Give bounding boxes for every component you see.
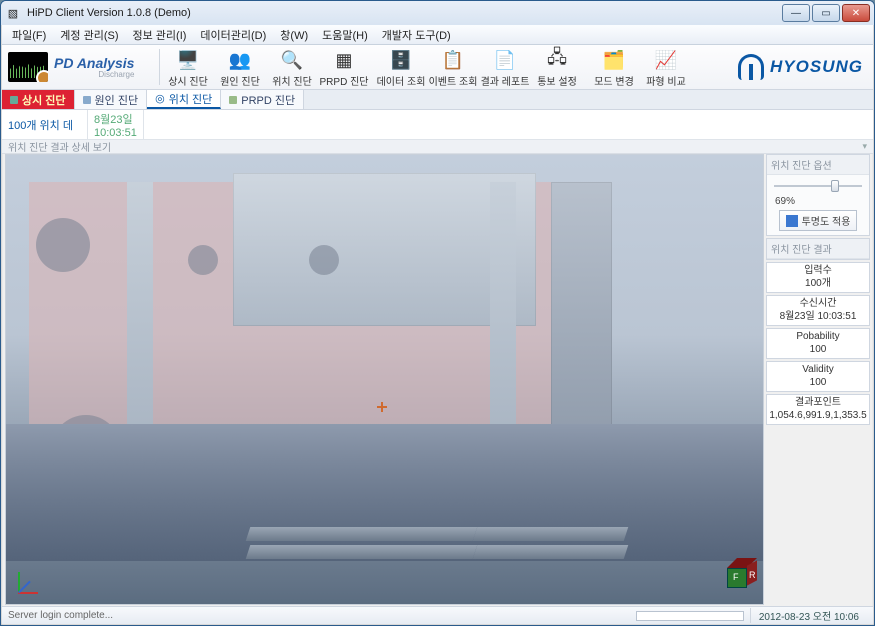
menu-file[interactable]: 파일(F) [6, 26, 52, 44]
menu-help[interactable]: 도움말(H) [316, 26, 374, 44]
3d-viewport[interactable]: F R [5, 154, 764, 605]
titlebar: ▧ HiPD Client Version 1.0.8 (Demo) — ▭ ✕ [1, 1, 874, 25]
transparency-value: 69% [771, 196, 795, 207]
viewcube[interactable]: F R [727, 568, 755, 596]
tool-wave-compare[interactable]: 📈파형 비교 [640, 47, 692, 89]
info-count: 100개 위치 데 [2, 110, 88, 139]
panel-options: 위치 진단 옵션 69% 투명도 적용 [766, 154, 870, 236]
subtabs: 상시 진단 원인 진단 ◎위치 진단 PRPD 진단 [2, 90, 873, 110]
toolbar: PD Analysis Discharge 🖥️상시 진단 👥원인 진단 🔍위치… [2, 45, 873, 90]
search-icon: 🔍 [279, 48, 305, 72]
tool-notify[interactable]: 🖧통보 설정 [531, 47, 583, 89]
company-logo: HYOSUNG [738, 45, 873, 89]
transparency-slider[interactable] [772, 179, 864, 193]
app-icon: ▧ [5, 5, 21, 21]
tab-prpd[interactable]: PRPD 진단 [221, 90, 304, 109]
result-receive-time: 수신시간8월23일 10:03:51 [766, 295, 870, 326]
close-button[interactable]: ✕ [842, 4, 870, 22]
sidebar: 위치 진단 옵션 69% 투명도 적용 위치 진단 결과 입력수100개 [766, 154, 870, 605]
apply-transparency-button[interactable]: 투명도 적용 [779, 210, 858, 231]
wave-icon: 📈 [653, 48, 679, 72]
grid-icon: ▦ [331, 48, 357, 72]
tab-live[interactable]: 상시 진단 [2, 90, 75, 109]
statusbar: Server login complete... 2012-08-23 오전 1… [2, 606, 873, 624]
menu-window[interactable]: 창(W) [274, 26, 314, 44]
mode-icon: 🗂️ [601, 48, 627, 72]
3d-scene [6, 155, 763, 604]
viewcube-front-label: F [733, 572, 739, 582]
menu-dev[interactable]: 개발자 도구(D) [376, 26, 457, 44]
tool-report[interactable]: 📄결과 레포트 [479, 47, 531, 89]
minimize-button[interactable]: — [782, 4, 810, 22]
tab-icon [229, 96, 237, 104]
tool-mode[interactable]: 🗂️모드 변경 [588, 47, 640, 89]
viewcube-right-label: R [749, 570, 756, 580]
db-search-icon: 🗄️ [388, 48, 414, 72]
tool-data-query[interactable]: 🗄️데이터 조회 [375, 47, 427, 89]
brand: PD Analysis Discharge [2, 45, 157, 89]
status-progress [636, 611, 744, 621]
result-validity: Validity100 [766, 361, 870, 392]
report-icon: 📄 [492, 48, 518, 72]
tool-event-query[interactable]: 📋이벤트 조회 [427, 47, 479, 89]
brand-wave-icon [8, 52, 48, 82]
axis-gizmo[interactable] [12, 564, 46, 598]
status-timestamp: 2012-08-23 오전 10:06 [750, 608, 867, 623]
tool-cause-diag[interactable]: 👥원인 진단 [214, 47, 266, 89]
info-strip: 100개 위치 데 8월23일 10:03:51 [2, 110, 873, 140]
tab-icon [83, 96, 91, 104]
tool-prpd-diag[interactable]: ▦PRPD 진단 [318, 47, 370, 89]
swatch-icon [786, 215, 798, 227]
result-probability: Pobability100 [766, 328, 870, 359]
viewport-collapse-icon[interactable]: ▾ [862, 141, 867, 152]
status-dot-icon [10, 96, 18, 104]
info-timestamp: 8월23일 10:03:51 [88, 110, 144, 139]
tool-location-diag[interactable]: 🔍위치 진단 [266, 47, 318, 89]
brand-title: PD Analysis [54, 56, 134, 70]
menu-data[interactable]: 데이터관리(D) [194, 26, 272, 44]
tab-cause[interactable]: 원인 진단 [75, 90, 148, 109]
brand-sub: Discharge [54, 70, 134, 79]
tool-live-diag[interactable]: 🖥️상시 진단 [162, 47, 214, 89]
panel-results-title: 위치 진단 결과 [767, 239, 869, 259]
panel-options-title: 위치 진단 옵션 [767, 155, 869, 175]
panel-results: 위치 진단 결과 [766, 238, 870, 260]
target-icon: ◎ [155, 92, 165, 105]
status-message: Server login complete... [8, 610, 113, 621]
menu-info[interactable]: 정보 관리(I) [127, 26, 193, 44]
monitor-icon: 🖥️ [175, 48, 201, 72]
viewport-title: 위치 진단 결과 상세 보기 [8, 139, 111, 154]
viewport-header: 위치 진단 결과 상세 보기 ▾ [2, 140, 873, 154]
menubar: 파일(F) 계정 관리(S) 정보 관리(I) 데이터관리(D) 창(W) 도움… [2, 25, 873, 45]
company-name: HYOSUNG [770, 57, 863, 77]
window-title: HiPD Client Version 1.0.8 (Demo) [27, 7, 191, 19]
network-icon: 🖧 [544, 48, 570, 72]
menu-schedule[interactable]: 계정 관리(S) [54, 26, 124, 44]
maximize-button[interactable]: ▭ [812, 4, 840, 22]
result-point: 결과포인트1,054.6,991.9,1,353.5 [766, 394, 870, 425]
result-input-count: 입력수100개 [766, 262, 870, 293]
hyosung-mark-icon [738, 54, 764, 80]
tab-location[interactable]: ◎위치 진단 [147, 90, 221, 109]
event-icon: 📋 [440, 48, 466, 72]
target-cross-icon [377, 402, 387, 412]
people-icon: 👥 [227, 48, 253, 72]
